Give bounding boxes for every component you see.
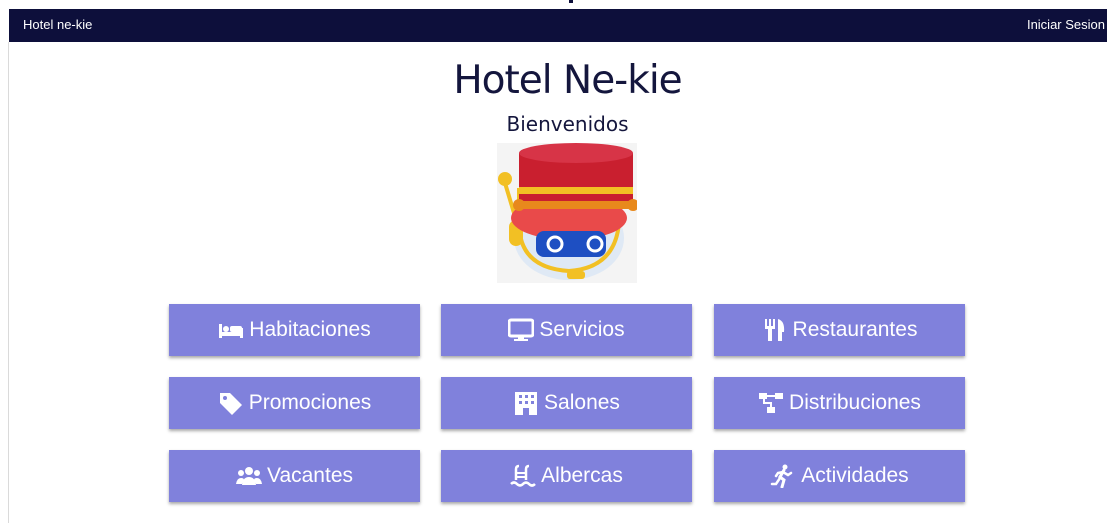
button-label: Vacantes	[267, 464, 353, 487]
bed-icon	[219, 324, 244, 338]
habitaciones-button[interactable]: Habitaciones	[169, 304, 420, 356]
promociones-button[interactable]: Promociones	[169, 377, 420, 429]
tag-icon	[219, 393, 242, 415]
button-label: Distribuciones	[789, 391, 921, 414]
top-navbar: Hotel ne-kie Iniciar Sesion	[9, 0, 1107, 42]
utensils-icon	[764, 319, 784, 341]
vacantes-button[interactable]: Vacantes	[169, 450, 420, 502]
bellhop-robot-logo	[497, 143, 639, 283]
monitor-icon	[508, 318, 535, 341]
login-link[interactable]: Iniciar Sesion	[1027, 17, 1105, 32]
button-label: Promociones	[248, 391, 372, 414]
page-title: Hotel Ne-kie	[453, 58, 682, 103]
brand-link[interactable]: Hotel ne-kie	[23, 17, 92, 32]
salones-button[interactable]: Salones	[441, 377, 692, 429]
distribuciones-button[interactable]: Distribuciones	[714, 377, 965, 429]
button-label: Actividades	[801, 464, 909, 487]
building-icon	[515, 392, 538, 415]
sitemap-icon	[759, 393, 784, 413]
users-icon	[236, 467, 262, 485]
page-subtitle: Bienvenidos	[506, 112, 629, 136]
actividades-button[interactable]: Actividades	[714, 450, 965, 502]
button-label: Restaurantes	[792, 318, 918, 341]
albercas-button[interactable]: Albercas	[441, 450, 692, 502]
button-label: Salones	[544, 391, 620, 414]
button-label: Habitaciones	[249, 318, 371, 341]
button-label: Albercas	[541, 464, 623, 487]
button-label: Servicios	[539, 318, 625, 341]
running-icon	[771, 464, 793, 488]
restaurantes-button[interactable]: Restaurantes	[714, 304, 965, 356]
pool-icon	[510, 464, 537, 487]
servicios-button[interactable]: Servicios	[441, 304, 692, 356]
